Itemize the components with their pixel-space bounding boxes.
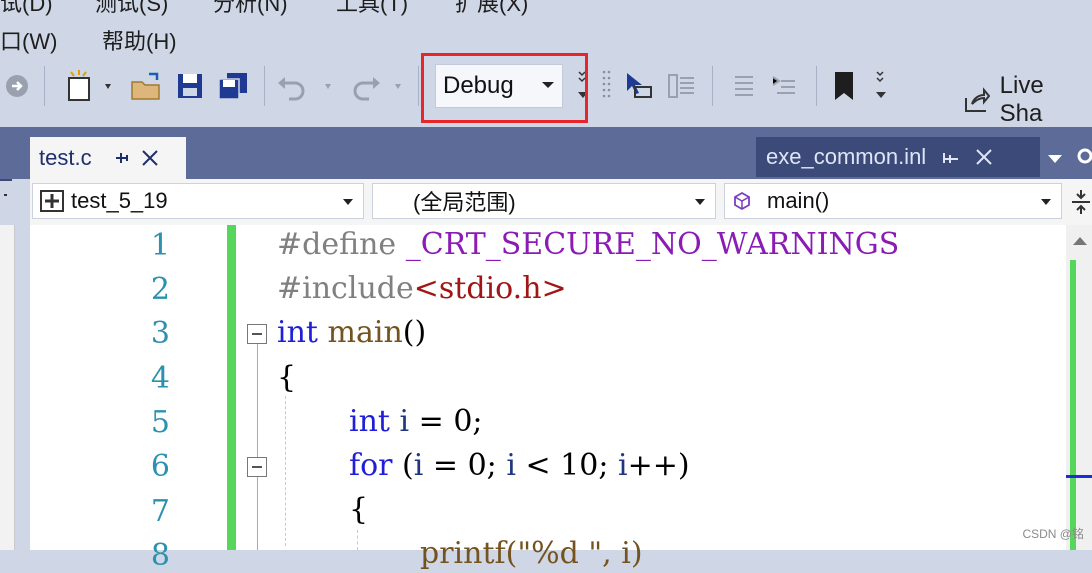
watermark: CSDN @铭 [1022,527,1084,541]
brace: { [277,360,297,395]
pin-icon[interactable] [940,147,962,167]
save-icon[interactable] [174,68,206,104]
keyword: int [349,404,390,439]
live-share-button[interactable]: Live Sha [962,72,1092,128]
code-text: = 0; [423,448,507,483]
bookmark-icon[interactable] [826,68,862,104]
collapse-icon[interactable] [247,457,267,477]
outline-icon[interactable] [664,68,700,104]
split-editor-icon[interactable] [1070,187,1092,217]
close-icon[interactable] [140,148,160,168]
code-line-3: int main() [277,315,426,350]
line-number: 2 [150,272,170,307]
line-number: 6 [150,449,170,484]
code-text: printf("%d ", i) [420,536,643,571]
left-strip [0,225,15,550]
code-line-8: printf("%d ", i) [420,536,643,571]
pin-icon[interactable] [112,148,132,168]
uncomment-icon[interactable] [766,68,802,104]
menu-help[interactable]: 帮助(H) [102,24,177,56]
menu-bar: 口(W) 帮助(H) [0,22,1092,54]
variable: i [399,404,410,439]
comment-icon[interactable] [724,68,760,104]
code-text: ( [392,448,414,483]
menu-window[interactable]: 口(W) [0,24,57,56]
line-number: 5 [150,405,170,440]
tab-test-c[interactable]: test.c [30,137,186,179]
toolbar-grip-icon [598,68,616,104]
brace: { [349,492,369,527]
macro-name: _CRT_SECURE_NO_WARNINGS [405,227,900,262]
toolbar-overflow-icon-2[interactable] [870,68,894,104]
variable: i [413,448,424,483]
menu-test[interactable]: 测试(S) [95,0,168,18]
preprocessor-directive: #define [277,227,397,262]
member-dropdown[interactable]: main() [724,183,1062,219]
menu-debug[interactable]: 试(D) [0,0,53,18]
line-number: 8 [150,538,170,573]
variable: i [617,448,628,483]
project-name: test_5_19 [71,188,168,213]
scroll-up-icon[interactable] [1073,237,1087,245]
function-cube-icon [734,191,750,211]
undo-icon[interactable] [274,68,340,104]
close-icon[interactable] [974,147,994,167]
collapse-icon[interactable] [247,324,267,344]
menu-tools[interactable]: 工具(T) [336,0,408,18]
select-object-icon[interactable] [622,68,656,104]
code-line-6: for (i = 0; i < 10; i++) [349,448,690,483]
menu-analyze[interactable]: 分析(N) [213,0,288,18]
chevron-down-icon [1041,199,1051,205]
code-line-4: { [277,360,296,395]
tab-exe-common-inl[interactable]: exe_common.inl [756,137,1040,177]
navigate-forward-icon[interactable] [2,68,32,104]
line-number: 7 [150,494,170,529]
code-line-5: int i = 0; [349,404,483,439]
include-header: <stdio.h> [413,271,567,306]
open-folder-icon[interactable] [128,68,164,104]
function-name: main [327,315,403,350]
code-line-2: #include<stdio.h> [277,271,567,306]
highlight-box [421,53,588,123]
tab-label: exe_common.inl [766,144,927,169]
code-line-1: #define _CRT_SECURE_NO_WARNINGS [277,227,899,262]
code-line-7: { [349,492,368,527]
variable: i [506,448,516,483]
live-share-label: Live Sha [999,72,1044,127]
scope-dropdown[interactable]: (全局范围) [372,183,716,219]
line-number: 1 [150,228,170,263]
new-project-icon[interactable] [60,68,120,104]
save-all-icon[interactable] [216,68,252,104]
code-text: < 10; [515,448,618,483]
preprocessor-directive: #include [277,271,414,306]
change-map [1070,260,1076,550]
code-text: ++) [627,448,690,483]
tab-label: test.c [39,145,92,170]
keyword: for [349,448,393,483]
tab-overflow-icon[interactable] [1048,155,1062,163]
navigation-bar: test_5_19 (全局范围) main() [30,179,1092,226]
line-number: 3 [150,316,170,351]
member-name: main() [767,188,830,213]
project-icon [40,190,64,212]
keyword: int [277,315,318,350]
code-text: = 0; [409,404,483,439]
chevron-down-icon [343,199,353,205]
menu-extensions[interactable]: 扩展(X) [455,0,528,18]
vertical-scrollbar[interactable] [1066,225,1092,550]
redo-icon[interactable] [348,68,410,104]
scope-name: (全局范围) [413,190,516,215]
punctuation: () [402,315,427,350]
gear-icon[interactable] [1074,145,1092,167]
change-tracking-bar [227,225,236,550]
share-icon [965,87,990,112]
caret-position-marker [1066,475,1092,478]
line-number: 4 [150,361,170,396]
chevron-down-icon [695,199,705,205]
menu-bar-top: 试(D) 测试(S) 分析(N) 工具(T) 扩展(X) [0,0,1092,16]
project-dropdown[interactable]: test_5_19 [32,183,364,219]
